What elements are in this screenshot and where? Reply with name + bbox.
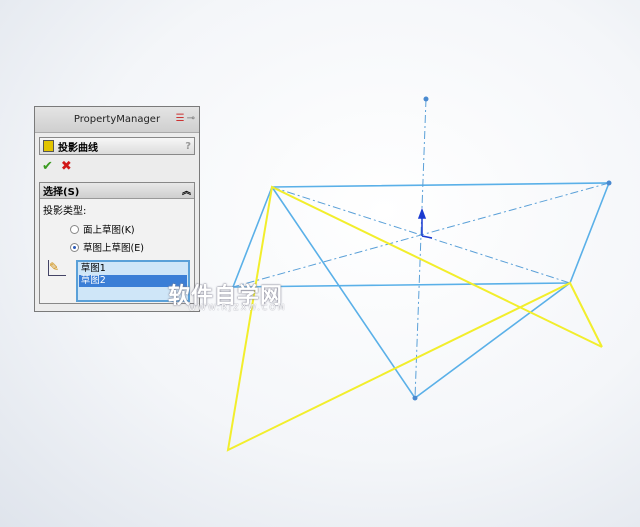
pin-icon[interactable]: ⊸ [187, 113, 195, 124]
double-chevron-up-icon[interactable]: ︽ [182, 184, 191, 197]
projected-curve-yellow[interactable] [226, 185, 603, 452]
sketch-icon: ✎ [48, 260, 66, 276]
help-button[interactable]: ? [185, 141, 191, 152]
group-title: 选择(S) [43, 187, 80, 198]
radio-sketch-on-sketch[interactable]: 草图上草图(E) [40, 238, 194, 256]
watermark-url: WWW.RJZXW.COM [188, 303, 287, 312]
check-icon[interactable]: ✔ [42, 159, 53, 174]
projected-curve-icon [43, 140, 54, 152]
split-icon[interactable]: ☰ [176, 113, 185, 124]
close-icon[interactable]: ✖ [61, 159, 72, 174]
panel-title: PropertyManager [73, 114, 161, 125]
property-manager-header: PropertyManager ☰ ⊸ [35, 107, 199, 133]
projection-type-label: 投影类型: [43, 206, 87, 217]
point[interactable] [423, 96, 429, 102]
radio-icon[interactable] [70, 242, 79, 252]
point[interactable] [412, 395, 418, 401]
axis-diag-2 [232, 182, 610, 288]
radio-label: 面上草图(K) [83, 225, 135, 236]
feature-name: 投影曲线 [58, 142, 98, 154]
feature-title-bar: 投影曲线 ? [39, 137, 195, 155]
radio-sketch-on-face[interactable]: 面上草图(K) [40, 220, 194, 238]
list-item[interactable]: 草图1 [79, 263, 187, 275]
group-header[interactable]: 选择(S) ︽ [40, 183, 194, 199]
point[interactable] [606, 180, 612, 186]
radio-icon[interactable] [70, 224, 79, 234]
radio-label: 草图上草图(E) [83, 243, 144, 254]
